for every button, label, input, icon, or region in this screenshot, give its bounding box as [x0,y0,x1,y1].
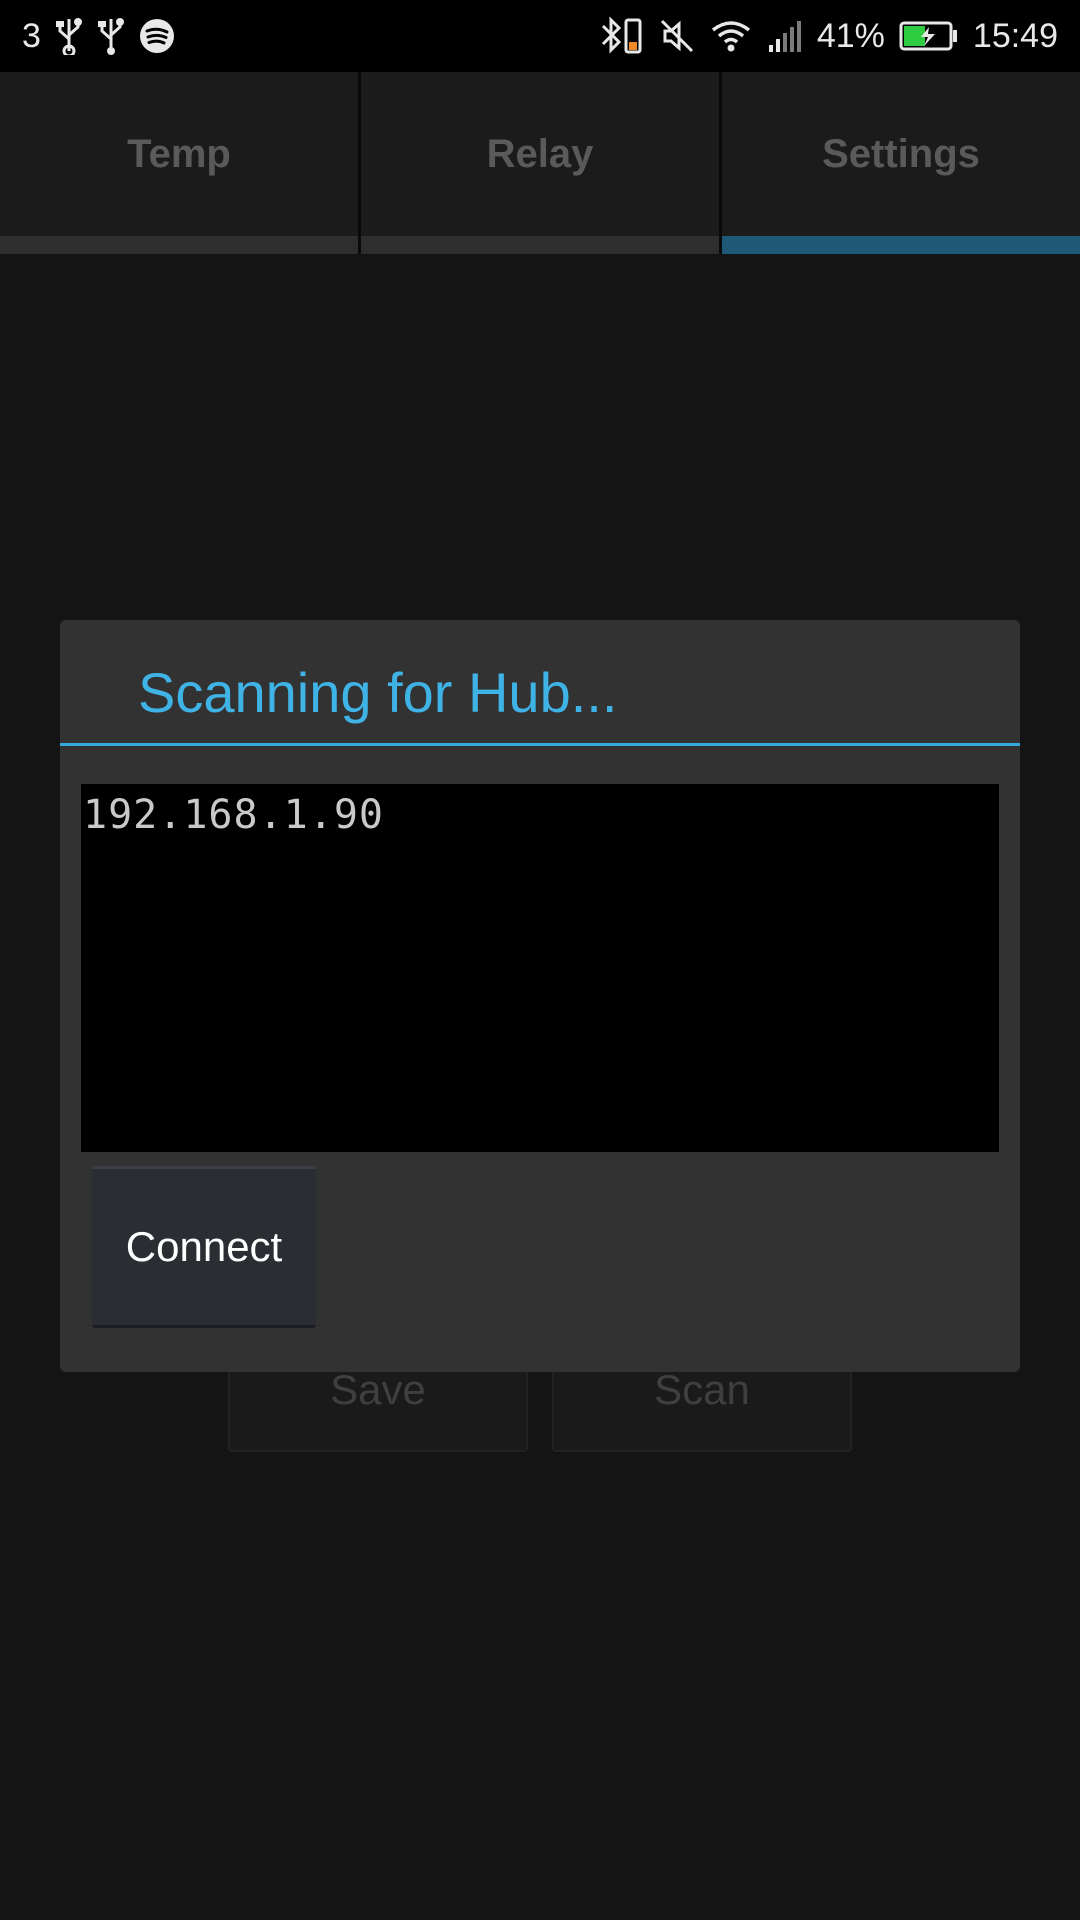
tab-label: Relay [486,132,594,176]
usb-icon [55,17,83,55]
battery-charging-icon [899,20,959,52]
wifi-icon [709,18,753,54]
spotify-icon [139,18,175,54]
scan-results-box[interactable]: 192.168.1.90 [81,784,999,1152]
mute-icon [659,18,695,54]
connect-button[interactable]: Connect [92,1166,316,1328]
bluetooth-battery-icon [599,16,645,56]
clock: 15:49 [972,16,1058,55]
scan-dialog: Scanning for Hub... 192.168.1.90 Connect [60,620,1020,1372]
tab-relay[interactable]: Relay [361,72,722,254]
scan-result-address[interactable]: 192.168.1.90 [83,792,997,838]
tab-indicator-active [722,236,1080,254]
tab-settings[interactable]: Settings [722,72,1080,254]
dialog-title-divider [60,743,1020,746]
signal-icon [767,18,803,54]
tab-label: Settings [822,132,980,176]
battery-percent: 41% [816,16,885,55]
tab-bar: Temp Relay Settings [0,72,1080,254]
dialog-title: Scanning for Hub... [138,661,618,724]
tab-indicator [361,236,719,254]
status-bar-left: 3 [22,17,175,56]
status-bar: 3 41% 15:49 [0,0,1080,72]
tab-temp[interactable]: Temp [0,72,361,254]
status-bar-right: 41% 15:49 [599,16,1058,56]
app-screen: 3 41% 15:49 Temp Relay Settings Save Sca… [0,0,1080,1920]
tab-indicator [0,236,358,254]
tab-label: Temp [127,132,231,176]
carrier-label: 3 [22,16,41,55]
usb-icon [97,17,125,55]
